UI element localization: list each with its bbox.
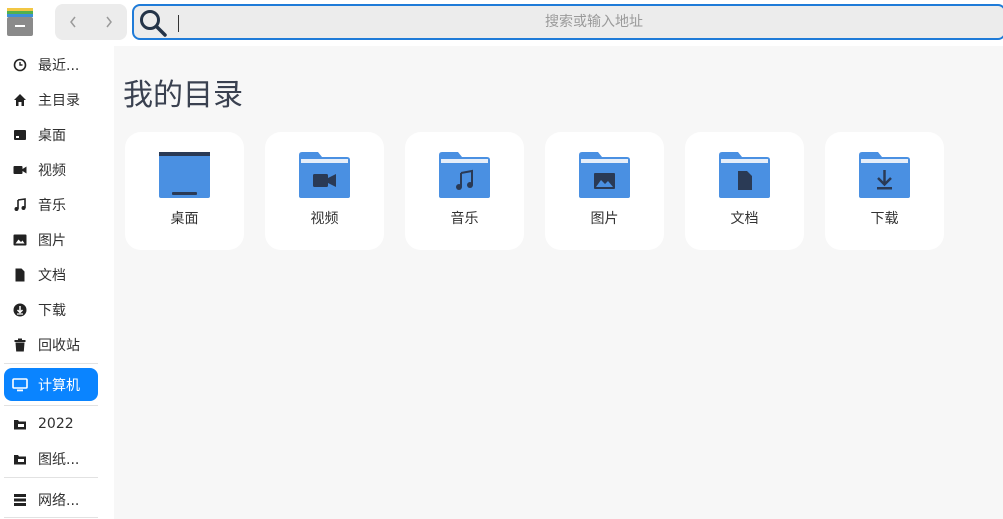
video-icon — [12, 162, 28, 178]
tile-desktop[interactable]: 桌面 — [125, 132, 244, 250]
file-manager-icon — [6, 8, 34, 36]
sidebar-item-network[interactable]: 网络... — [4, 483, 98, 516]
tile-music[interactable]: 音乐 — [405, 132, 524, 250]
sidebar-item-label: 图片 — [38, 232, 66, 249]
sidebar-divider — [4, 517, 98, 518]
sidebar-item-pictures[interactable]: 图片 — [4, 223, 98, 256]
tile-pictures[interactable]: 图片 — [545, 132, 664, 250]
home-icon — [12, 92, 28, 108]
sidebar-divider — [4, 363, 98, 364]
sidebar-item-label: 图纸... — [38, 451, 80, 468]
tile-label: 文档 — [730, 211, 759, 227]
back-button[interactable] — [55, 4, 91, 40]
downloads-folder-icon — [859, 152, 910, 198]
toolbar — [0, 0, 1003, 46]
sidebar-item-label: 网络... — [38, 492, 80, 509]
document-icon — [12, 267, 28, 283]
sidebar-item-recent[interactable]: 最近... — [4, 48, 98, 81]
sidebar-item-label: 下载 — [38, 302, 66, 319]
sidebar-item-drive-drawings[interactable]: 图纸... — [4, 442, 98, 475]
music-icon — [12, 197, 28, 213]
chevron-left-icon — [70, 16, 76, 28]
sidebar-item-videos[interactable]: 视频 — [4, 153, 98, 186]
sidebar-item-trash[interactable]: 回收站 — [4, 328, 98, 361]
tile-videos[interactable]: 视频 — [265, 132, 384, 250]
tile-label: 桌面 — [170, 211, 199, 227]
tile-label: 图片 — [590, 211, 619, 227]
sidebar-item-label: 桌面 — [38, 127, 66, 144]
sidebar-item-label: 文档 — [38, 267, 66, 284]
sidebar-item-drive-2022[interactable]: 2022 — [4, 407, 98, 440]
sidebar-item-home[interactable]: 主目录 — [4, 83, 98, 116]
sidebar-item-music[interactable]: 音乐 — [4, 188, 98, 221]
computer-icon — [12, 377, 28, 393]
sidebar-item-documents[interactable]: 文档 — [4, 258, 98, 291]
network-icon — [12, 492, 28, 508]
sidebar-divider — [4, 477, 98, 478]
sidebar-item-label: 2022 — [38, 415, 74, 432]
tile-label: 视频 — [310, 211, 339, 227]
tile-label: 音乐 — [450, 211, 479, 227]
sidebar-item-desktop[interactable]: 桌面 — [4, 118, 98, 151]
chevron-right-icon — [106, 16, 112, 28]
sidebar-item-label: 最近... — [38, 57, 80, 74]
sidebar-item-label: 音乐 — [38, 197, 66, 214]
sidebar-item-computer[interactable]: 计算机 — [4, 368, 98, 401]
sidebar: 最近... 主目录 桌面 视频 音乐 图片 文档 下载 回收站 计算机 2022… — [0, 46, 114, 519]
forward-button[interactable] — [91, 4, 127, 40]
download-icon — [12, 302, 28, 318]
image-icon — [12, 232, 28, 248]
main-content: 我的目录 桌面 视频 音乐 图片 文档 下载 — [114, 46, 1003, 519]
tile-documents[interactable]: 文档 — [685, 132, 804, 250]
tile-downloads[interactable]: 下载 — [825, 132, 944, 250]
clock-icon — [12, 57, 28, 73]
drive-icon — [12, 416, 28, 432]
trash-icon — [12, 337, 28, 353]
search-input[interactable] — [184, 6, 1003, 38]
documents-folder-icon — [719, 152, 770, 198]
pictures-folder-icon — [579, 152, 630, 198]
text-caret — [178, 15, 179, 32]
navigation-buttons — [55, 4, 127, 40]
sidebar-item-label: 回收站 — [38, 337, 80, 354]
music-folder-icon — [439, 152, 490, 198]
page-title: 我的目录 — [123, 78, 243, 113]
sidebar-item-label: 主目录 — [38, 92, 80, 109]
sidebar-divider — [4, 405, 98, 406]
sidebar-item-label: 计算机 — [38, 377, 80, 394]
desktop-icon — [12, 127, 28, 143]
address-bar[interactable] — [132, 4, 1003, 40]
search-icon — [140, 10, 167, 37]
drive-icon — [12, 451, 28, 467]
sidebar-item-downloads[interactable]: 下载 — [4, 293, 98, 326]
video-folder-icon — [299, 152, 350, 198]
sidebar-item-label: 视频 — [38, 162, 66, 179]
desktop-folder-icon — [159, 152, 210, 198]
tile-label: 下载 — [870, 211, 899, 227]
